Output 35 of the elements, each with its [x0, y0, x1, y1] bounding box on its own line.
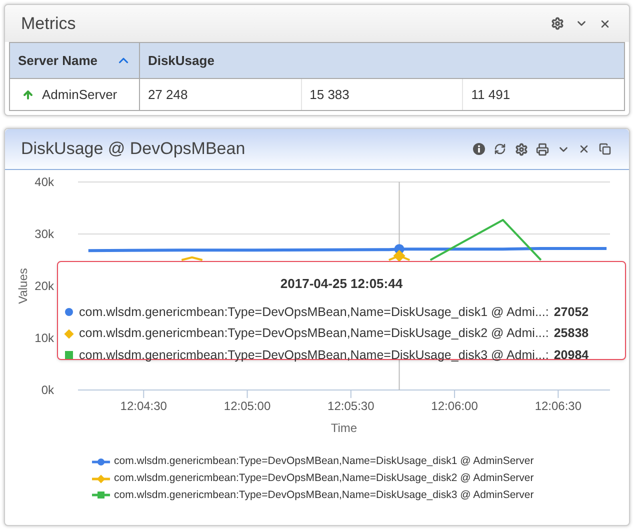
y-tick-label: 10k — [34, 331, 54, 345]
print-icon[interactable] — [534, 141, 550, 157]
tooltip-value: 25838 — [554, 325, 589, 342]
column-header[interactable]: DiskUsage — [139, 42, 624, 78]
x-tick-label: 12:06:30 — [534, 399, 582, 413]
x-tick-label: 12:05:00 — [224, 399, 271, 413]
legend-label[interactable]: com.wlsdm.genericmbean:Type=DevOpsMBean,Name=DiskUsage_disk2 @ AdminServer — [114, 470, 534, 486]
tooltip-label: com.wlsdm.genericmbean:Type=DevOpsMBean,Name=DiskUsage_disk2 @ Admi...: — [79, 325, 549, 342]
y-axis-title: Values — [16, 268, 30, 304]
y-tick-label: 40k — [34, 175, 54, 189]
tooltip-title: 2017-04-25 12:05:44 — [280, 275, 403, 293]
y-tick-label: 0k — [41, 383, 54, 397]
y-tick-label: 30k — [34, 227, 54, 241]
panel-title: Metrics — [21, 12, 77, 35]
panel-title: DiskUsage @ DevOpsMBean — [21, 138, 246, 160]
legend-label[interactable]: com.wlsdm.genericmbean:Type=DevOpsMBean,Name=DiskUsage_disk1 @ AdminServer — [114, 454, 534, 470]
x-tick-label: 12:06:00 — [431, 399, 478, 413]
table-cell: AdminServer — [10, 78, 140, 110]
tooltip-label: com.wlsdm.genericmbean:Type=DevOpsMBean,Name=DiskUsage_disk3 @ Admi...: — [79, 347, 549, 364]
settings-icon[interactable] — [513, 141, 529, 157]
y-tick-label: 20k — [34, 279, 54, 293]
table-cell: 11 491 — [462, 78, 624, 110]
table-cell: 15 383 — [301, 78, 463, 110]
tooltip-label: com.wlsdm.genericmbean:Type=DevOpsMBean,Name=DiskUsage_disk1 @ Admi...: — [79, 304, 549, 321]
settings-icon[interactable] — [549, 16, 565, 32]
refresh-icon[interactable] — [492, 141, 508, 157]
x-tick-label: 12:04:30 — [120, 399, 167, 413]
tooltip-value: 27052 — [554, 304, 589, 320]
maximize-icon[interactable] — [597, 141, 613, 157]
column-header[interactable]: Server Name — [10, 42, 140, 78]
legend-label[interactable]: com.wlsdm.genericmbean:Type=DevOpsMBean,Name=DiskUsage_disk3 @ AdminServer — [114, 488, 534, 504]
info-icon[interactable] — [471, 141, 487, 157]
x-tick-label: 12:05:30 — [328, 399, 374, 413]
x-axis-title: Time — [330, 421, 358, 435]
tooltip-value: 20984 — [554, 347, 589, 364]
